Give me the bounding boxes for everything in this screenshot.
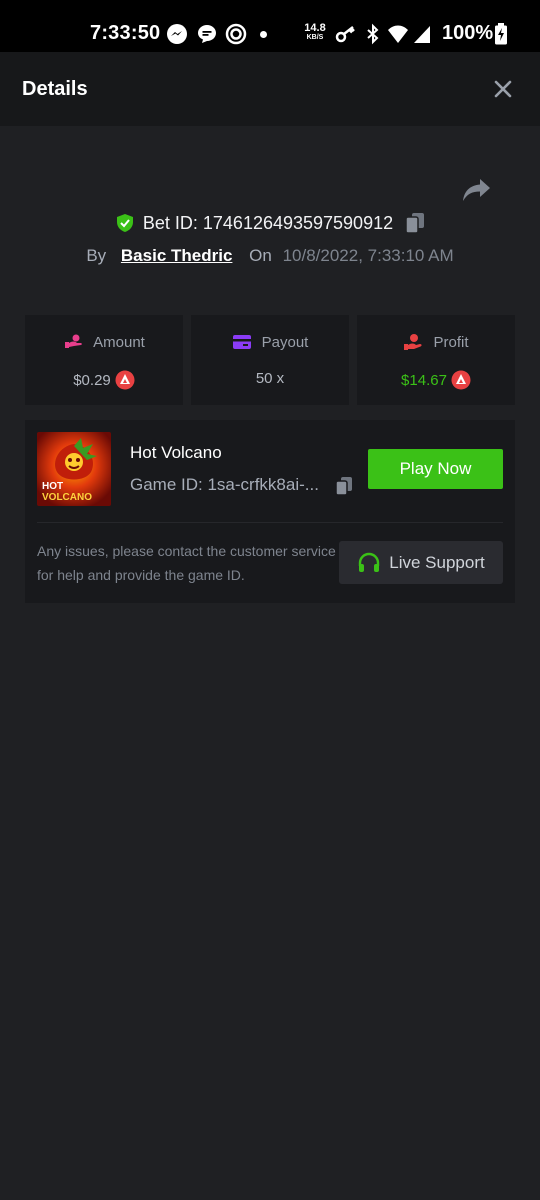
status-bar: 7:33:50 14.8 KB/S 100% bbox=[0, 0, 540, 52]
payout-card-icon bbox=[232, 335, 251, 349]
play-now-button[interactable]: Play Now bbox=[368, 449, 503, 489]
profit-value: $14.67 bbox=[401, 371, 447, 389]
shield-check-icon bbox=[116, 214, 133, 232]
cell-signal-icon bbox=[414, 26, 430, 43]
messenger-icon bbox=[167, 24, 187, 44]
game-name: Hot Volcano bbox=[130, 443, 222, 462]
battery-percent: 100% bbox=[442, 22, 494, 44]
vpn-key-icon bbox=[335, 26, 355, 43]
share-icon[interactable] bbox=[460, 176, 492, 204]
avax-coin-icon bbox=[451, 370, 471, 390]
profit-label: Profit bbox=[433, 333, 469, 351]
headset-icon bbox=[359, 552, 380, 572]
support-message: Any issues, please contact the customer … bbox=[37, 543, 336, 583]
thumb-text-volcano: VOLCANO bbox=[42, 492, 92, 503]
live-support-button[interactable]: Live Support bbox=[339, 541, 503, 584]
status-time: 7:33:50 bbox=[90, 22, 161, 44]
chat-icon bbox=[198, 25, 216, 43]
notification-dot-icon bbox=[260, 31, 267, 38]
payout-label: Payout bbox=[261, 333, 309, 351]
amount-card: Amount $0.29 bbox=[25, 315, 183, 405]
amount-icon bbox=[65, 334, 82, 348]
profit-hand-icon bbox=[404, 334, 423, 350]
profit-card: Profit $14.67 bbox=[357, 315, 515, 405]
avax-coin-icon bbox=[115, 370, 135, 390]
close-icon[interactable] bbox=[490, 76, 516, 102]
wifi-icon bbox=[388, 25, 408, 43]
game-id: Game ID: 1sa-crfkk8ai-... bbox=[130, 475, 319, 494]
amount-value: $0.29 bbox=[73, 371, 111, 389]
bluetooth-icon bbox=[367, 23, 379, 45]
details-header: Details bbox=[0, 52, 540, 126]
net-speed-unit: KB/S bbox=[306, 34, 324, 41]
copy-game-id-icon[interactable] bbox=[335, 476, 353, 496]
net-speed: 14.8 KB/S bbox=[302, 22, 328, 42]
game-thumbnail[interactable]: HOT VOLCANO bbox=[37, 432, 111, 506]
bet-meta-row: By Basic Thedric On 10/8/2022, 7:33:10 A… bbox=[0, 246, 540, 266]
payout-value: 50 x bbox=[255, 370, 285, 387]
amount-label: Amount bbox=[93, 333, 145, 351]
game-card: HOT VOLCANO Hot Volcano Game ID: 1sa-crf… bbox=[25, 420, 515, 603]
hot-volcano-artwork-icon: HOT VOLCANO bbox=[37, 432, 111, 506]
on-label: On bbox=[249, 246, 272, 265]
user-link[interactable]: Basic Thedric bbox=[121, 246, 233, 265]
bet-date: 10/8/2022, 7:33:10 AM bbox=[282, 246, 454, 265]
live-support-label: Live Support bbox=[389, 552, 485, 572]
bet-id-row: Bet ID: 1746126493597590912 bbox=[0, 212, 540, 240]
payout-card: Payout 50 x bbox=[191, 315, 349, 405]
bet-id: Bet ID: 1746126493597590912 bbox=[142, 212, 394, 233]
net-speed-value: 14.8 bbox=[304, 22, 326, 34]
thumb-text-hot: HOT bbox=[42, 481, 63, 492]
copy-icon[interactable] bbox=[405, 212, 425, 234]
page-title: Details bbox=[22, 78, 88, 100]
battery-charging-icon bbox=[495, 23, 507, 45]
by-label: By bbox=[86, 246, 107, 265]
app-ring-icon bbox=[225, 23, 247, 45]
divider bbox=[37, 522, 503, 523]
